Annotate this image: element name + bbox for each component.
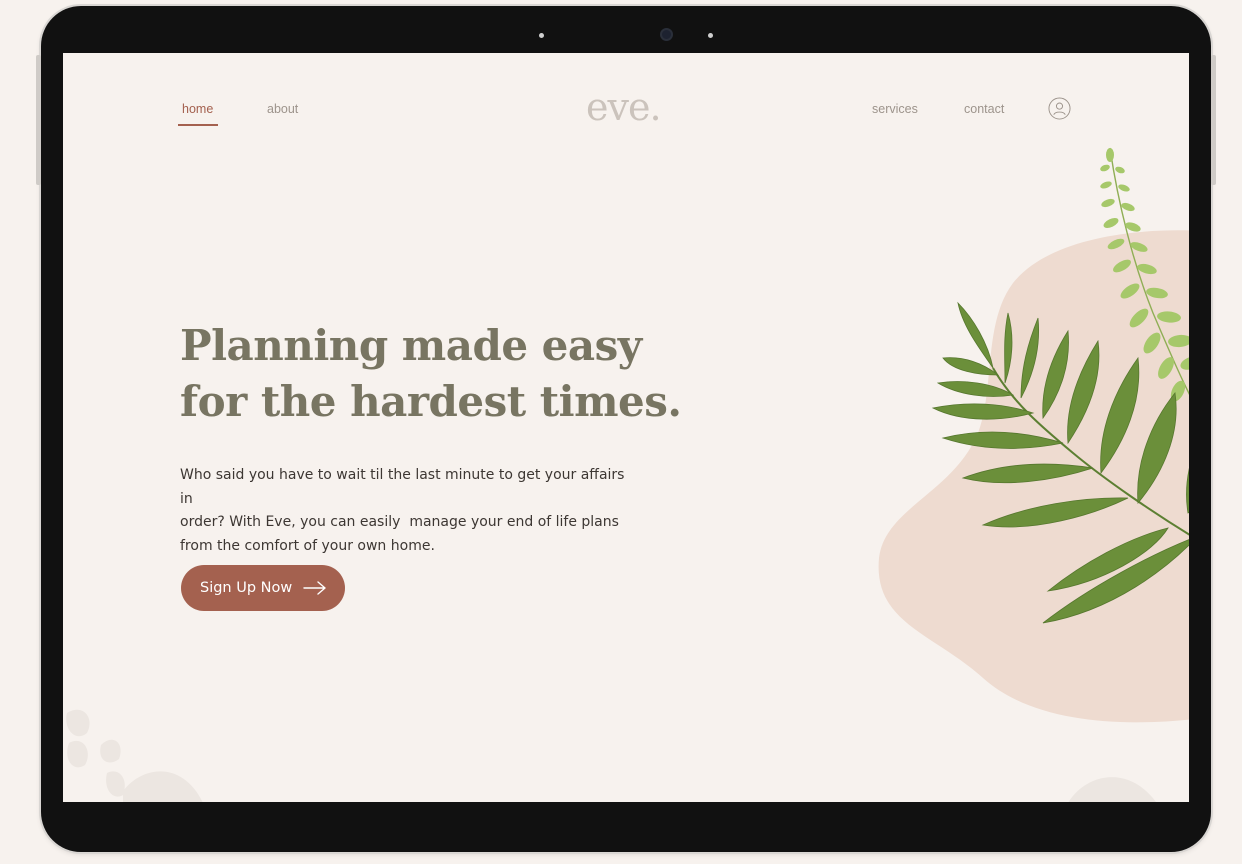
eve-logo[interactable]: eve. [586, 85, 662, 129]
description-line-2: order? With Eve, you can easily manage y… [180, 514, 619, 530]
website-screen: home about eve. services contact Plannin… [63, 53, 1189, 802]
active-nav-underline [178, 124, 218, 126]
nav-services-link[interactable]: services [872, 102, 918, 116]
user-circle-icon[interactable] [1048, 97, 1071, 120]
arrow-right-icon [303, 581, 326, 595]
nav-about-link[interactable]: about [267, 102, 298, 116]
side-button-left [36, 55, 41, 185]
headline-line-1: Planning made easy [180, 321, 642, 370]
headline-line-2: for the hardest times. [180, 377, 682, 426]
camera-icon [660, 28, 673, 41]
sensor-dot [708, 33, 713, 38]
nav-contact-link[interactable]: contact [964, 102, 1004, 116]
decorative-leaf-bottom-left [66, 709, 203, 802]
description-line-3: from the comfort of your own home. [180, 537, 435, 554]
fern-leaves-illustration [931, 147, 1189, 624]
hero-headline: Planning made easy for the hardest times… [180, 318, 740, 430]
sensor-dot [539, 33, 544, 38]
nav-home-link[interactable]: home [182, 102, 213, 116]
hero-description: Who said you have to wait til the last m… [180, 464, 640, 558]
side-button-right [1211, 55, 1216, 185]
description-line-1: Who said you have to wait til the last m… [180, 467, 625, 507]
decorative-leaf-bottom-right [1068, 777, 1156, 802]
sign-up-now-label: Sign Up Now [200, 580, 293, 596]
sign-up-now-button[interactable]: Sign Up Now [181, 565, 345, 611]
